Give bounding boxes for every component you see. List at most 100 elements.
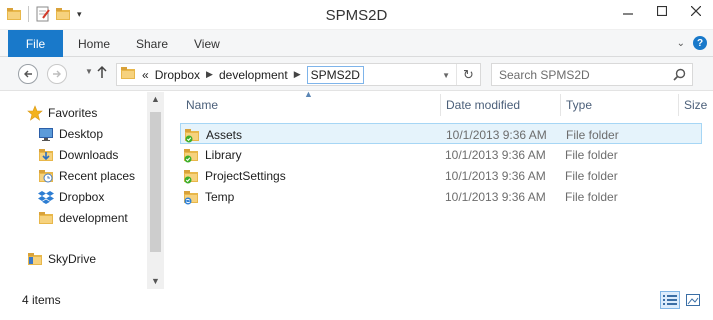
breadcrumb-current[interactable]: SPMS2D <box>306 65 364 84</box>
file-type: File folder <box>565 189 618 204</box>
scrollbar-thumb[interactable] <box>150 112 161 252</box>
status-bar: 4 items <box>0 289 713 320</box>
up-arrow-icon[interactable] <box>96 65 108 82</box>
tab-share[interactable]: Share <box>136 30 168 57</box>
close-icon[interactable] <box>679 0 713 22</box>
navigation-pane-scrollbar[interactable]: ▲ ▼ <box>147 92 164 289</box>
nav-item-downloads[interactable]: Downloads <box>38 144 118 165</box>
refresh-icon[interactable]: ↻ <box>456 64 480 85</box>
nav-item-label: development <box>59 210 128 225</box>
column-divider[interactable] <box>560 94 561 116</box>
recent-locations-dropdown-icon[interactable]: ▼ <box>85 67 93 76</box>
nav-item-label: Dropbox <box>59 189 105 204</box>
large-icons-view-button[interactable] <box>683 291 703 309</box>
navigation-bar: ▼ « Dropbox ▶ development ▶ SPMS2D ▼ ↻ <box>0 57 713 91</box>
file-type: File folder <box>565 168 618 183</box>
breadcrumb-dropbox[interactable]: Dropbox <box>155 68 200 82</box>
column-header-name[interactable]: Name <box>186 92 218 118</box>
folder-icon <box>120 65 136 84</box>
search-box[interactable] <box>491 63 693 86</box>
folder-icon <box>38 210 54 226</box>
nav-item-dropbox[interactable]: Dropbox <box>38 186 104 207</box>
forward-button[interactable] <box>47 64 67 84</box>
file-row[interactable]: Temp 10/1/2013 9:36 AM File folder <box>180 186 702 207</box>
back-arrow-icon <box>24 70 32 78</box>
expand-ribbon-chevron-icon[interactable]: ⌄ <box>677 38 685 49</box>
nav-item-development[interactable]: development <box>38 207 128 228</box>
navigation-pane: Favorites Desktop Downloads Recent place… <box>0 92 164 289</box>
window-controls <box>611 0 713 22</box>
file-name: Temp <box>205 189 235 204</box>
file-row[interactable]: Assets 10/1/2013 9:36 AM File folder <box>180 123 702 144</box>
column-divider[interactable] <box>440 94 441 116</box>
address-bar[interactable]: « Dropbox ▶ development ▶ SPMS2D ▼ ↻ <box>116 63 481 86</box>
file-date: 10/1/2013 9:36 AM <box>445 189 546 204</box>
item-count: 4 items <box>22 293 61 307</box>
nav-item-label: Recent places <box>59 168 136 183</box>
tab-file[interactable]: File <box>8 30 63 57</box>
column-header-type[interactable]: Type <box>566 92 592 118</box>
recent-places-icon <box>38 168 54 184</box>
skydrive-folder-icon <box>27 251 43 267</box>
title-bar: ▾ SPMS2D <box>0 0 713 30</box>
desktop-icon <box>38 126 54 142</box>
breadcrumb-overflow[interactable]: « <box>142 68 149 82</box>
file-name-cell: Assets <box>184 124 242 145</box>
forward-arrow-icon <box>53 70 61 78</box>
file-name-cell: ProjectSettings <box>183 165 286 186</box>
window-title: SPMS2D <box>325 7 388 24</box>
chevron-right-icon[interactable]: ▶ <box>294 69 301 80</box>
nav-item-label: SkyDrive <box>48 251 97 266</box>
address-history-dropdown-icon[interactable]: ▼ <box>442 71 450 80</box>
help-icon[interactable]: ? <box>693 36 707 50</box>
downloads-folder-icon <box>38 147 54 163</box>
folder-icon <box>183 147 199 163</box>
scroll-up-icon[interactable]: ▲ <box>147 94 164 104</box>
details-view-icon <box>663 295 677 305</box>
file-name: Library <box>205 147 242 162</box>
file-row[interactable]: Library 10/1/2013 9:36 AM File folder <box>180 144 702 165</box>
minimize-icon[interactable] <box>611 0 645 22</box>
nav-favorites-label: Favorites <box>48 105 98 120</box>
file-type: File folder <box>566 127 619 142</box>
folder-icon <box>183 168 199 184</box>
column-header-date-modified[interactable]: Date modified <box>446 92 520 118</box>
file-type: File folder <box>565 147 618 162</box>
ribbon-tabs: File Home Share View ⌄ ? <box>0 30 713 57</box>
search-icon[interactable] <box>673 68 686 84</box>
file-date: 10/1/2013 9:36 AM <box>446 127 547 142</box>
folder-icon <box>184 127 200 143</box>
column-divider[interactable] <box>678 94 679 116</box>
ribbon-controls: ⌄ ? <box>677 36 707 50</box>
column-header-size[interactable]: Size <box>684 92 707 118</box>
file-name: ProjectSettings <box>205 168 286 183</box>
nav-item-recent-places[interactable]: Recent places <box>38 165 135 186</box>
details-view-button[interactable] <box>660 291 680 309</box>
sort-ascending-icon: ▲ <box>304 89 313 99</box>
dropbox-icon <box>38 189 54 205</box>
star-icon <box>27 104 43 121</box>
tab-home[interactable]: Home <box>78 30 110 57</box>
scroll-down-icon[interactable]: ▼ <box>147 276 164 286</box>
file-date: 10/1/2013 9:36 AM <box>445 147 546 162</box>
folder-icon <box>183 189 199 205</box>
tab-view[interactable]: View <box>194 30 220 57</box>
file-row[interactable]: ProjectSettings 10/1/2013 9:36 AM File f… <box>180 165 702 186</box>
nav-item-label: Desktop <box>59 126 104 141</box>
breadcrumb-development[interactable]: development <box>219 68 288 82</box>
nav-favorites[interactable]: Favorites <box>27 102 97 123</box>
nav-item-desktop[interactable]: Desktop <box>38 123 103 144</box>
search-input[interactable] <box>492 64 662 85</box>
nav-item-skydrive[interactable]: SkyDrive <box>27 248 96 269</box>
file-name-cell: Library <box>183 144 242 165</box>
back-button[interactable] <box>18 64 38 84</box>
nav-item-label: Downloads <box>59 147 119 162</box>
file-name-cell: Temp <box>183 186 234 207</box>
large-icons-view-icon <box>686 294 700 306</box>
file-date: 10/1/2013 9:36 AM <box>445 168 546 183</box>
view-switcher <box>660 291 703 309</box>
file-list: ▲ Name Date modified Type Size Assets 10… <box>170 89 713 289</box>
maximize-icon[interactable] <box>645 0 679 22</box>
chevron-right-icon[interactable]: ▶ <box>206 69 213 80</box>
file-name: Assets <box>206 127 243 142</box>
